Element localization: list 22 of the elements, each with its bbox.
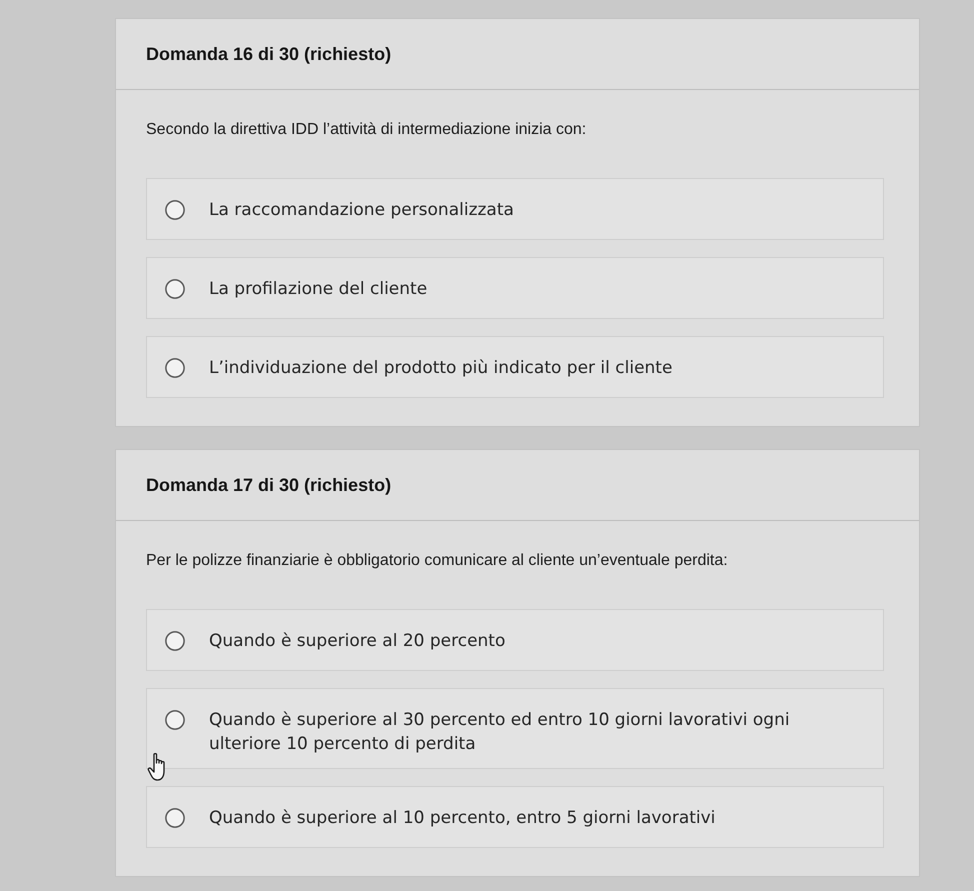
radio-button[interactable] [165,710,185,730]
option-label: L’individuazione del prodotto più indicato per il cliente [209,357,672,380]
answer-option[interactable]: L’individuazione del prodotto più indicato per il cliente [146,336,884,398]
radio-button[interactable] [165,631,185,651]
option-label: Quando è superiore al 10 percento, entro 5 giorni lavorativi [209,807,716,830]
option-label: Quando è superiore al 30 percento ed entro 10 giorni lavorativi ogni ulteriore 10 percento di perdita [209,709,791,756]
answer-option[interactable]: Quando è superiore al 30 percento ed entro 10 giorni lavorativi ogni ulteriore 10 percento di perdita [146,688,884,769]
option-label: La profilazione del cliente [209,278,428,301]
radio-button[interactable] [165,358,185,378]
option-label: La raccomandazione personalizzata [209,199,514,222]
answer-option[interactable]: Quando è superiore al 20 percento [146,609,884,671]
option-label: Quando è superiore al 20 percento [209,630,506,653]
answer-option[interactable]: La profilazione del cliente [146,257,884,319]
question-prompt: Per le polizze finanziarie è obbligatorio comunicare al cliente un’eventuale perdita: [146,551,729,571]
radio-button[interactable] [165,279,185,299]
question-title: Domanda 17 di 30 (richiesto) [146,474,392,496]
radio-button[interactable] [165,200,185,220]
answer-option[interactable]: Quando è superiore al 10 percento, entro 5 giorni lavorativi [146,786,884,848]
radio-button[interactable] [165,808,185,828]
question-prompt: Secondo la direttiva IDD l’attività di intermediazione inizia con: [146,120,588,140]
answer-option[interactable]: La raccomandazione personalizzata [146,178,884,240]
question-title: Domanda 16 di 30 (richiesto) [146,44,392,64]
